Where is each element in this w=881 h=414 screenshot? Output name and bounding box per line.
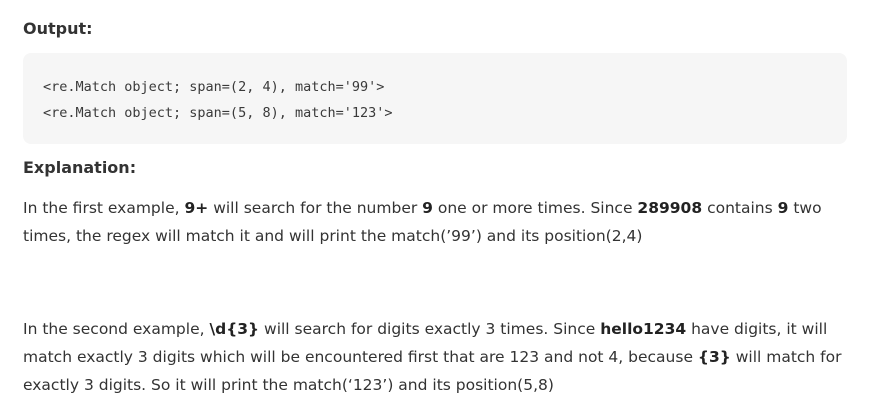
text-run: In the first example,	[23, 199, 185, 217]
text-run: will search for the number	[208, 199, 423, 217]
bold-string: hello1234	[600, 320, 687, 338]
bold-quantifier: {3}	[697, 348, 731, 366]
text-run: one or more times. Since	[432, 199, 638, 217]
explanation-heading: Explanation:	[23, 158, 137, 177]
output-heading: Output:	[23, 19, 93, 38]
text-run: will search for digits exactly 3 times. …	[259, 320, 601, 338]
bold-pattern: \d{3}	[209, 320, 260, 338]
bold-digit: 9	[777, 199, 789, 217]
text-run: In the second example,	[23, 320, 210, 338]
code-line: <re.Match object; span=(5, 8), match='12…	[43, 105, 393, 121]
bold-number: 289908	[637, 199, 703, 217]
explanation-paragraph-first: In the first example, 9+ will search for…	[23, 194, 863, 250]
bold-digit: 9	[422, 199, 433, 217]
bold-pattern: 9+	[184, 199, 209, 217]
code-line: <re.Match object; span=(2, 4), match='99…	[43, 79, 385, 95]
explanation-paragraph-second: In the second example, \d{3} will search…	[23, 315, 863, 399]
output-code-block: <re.Match object; span=(2, 4), match='99…	[23, 53, 847, 144]
text-run: contains	[702, 199, 778, 217]
